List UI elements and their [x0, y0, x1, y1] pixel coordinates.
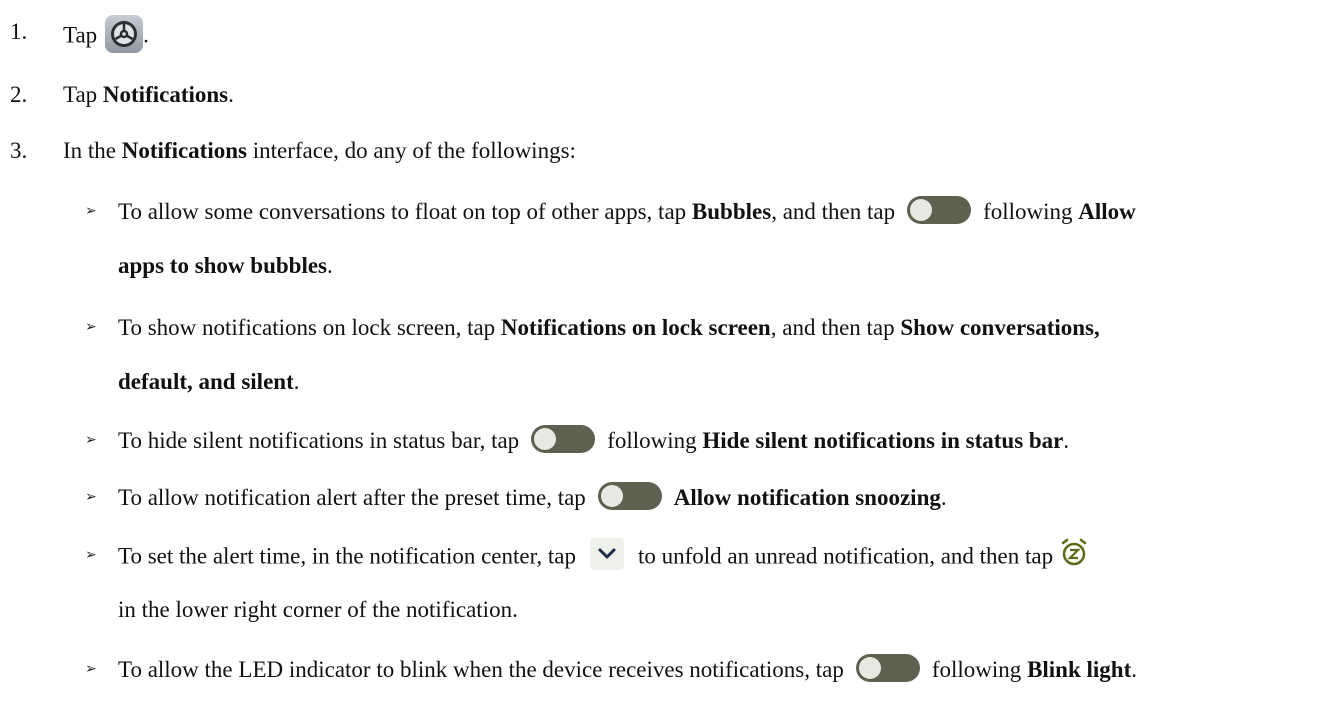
bullet-bubbles-cont: apps to show bubbles.: [118, 253, 333, 278]
bullet-arrow-icon: ➢: [85, 433, 97, 448]
toggle-switch-icon[interactable]: [907, 195, 972, 224]
notifications-label: Notifications: [121, 138, 247, 163]
step-text: Tap: [63, 22, 98, 48]
bullet-arrow-icon: ➢: [85, 548, 97, 563]
bullet-arrow-icon: ➢: [85, 662, 97, 677]
toggle-switch-icon[interactable]: [597, 481, 662, 510]
settings-gear-icon[interactable]: [105, 15, 144, 53]
step-number: 3.: [10, 138, 28, 163]
chevron-down-icon[interactable]: [589, 538, 624, 570]
bullet-arrow-icon: ➢: [85, 320, 97, 335]
bullet-arrow-icon: ➢: [85, 204, 97, 219]
step-number: 2.: [10, 82, 28, 107]
bullet-arrow-icon: ➢: [85, 490, 97, 505]
bullet-alert-time-cont: in the lower right corner of the notific…: [118, 597, 518, 622]
toggle-switch-icon[interactable]: [855, 653, 920, 682]
snooze-alarm-icon[interactable]: [1059, 537, 1089, 567]
step-number: 1.: [10, 19, 28, 44]
notifications-label: Notifications: [102, 82, 229, 107]
toggle-switch-icon[interactable]: [531, 424, 596, 453]
bullet-lock-screen-cont: default, and silent.: [118, 369, 300, 394]
